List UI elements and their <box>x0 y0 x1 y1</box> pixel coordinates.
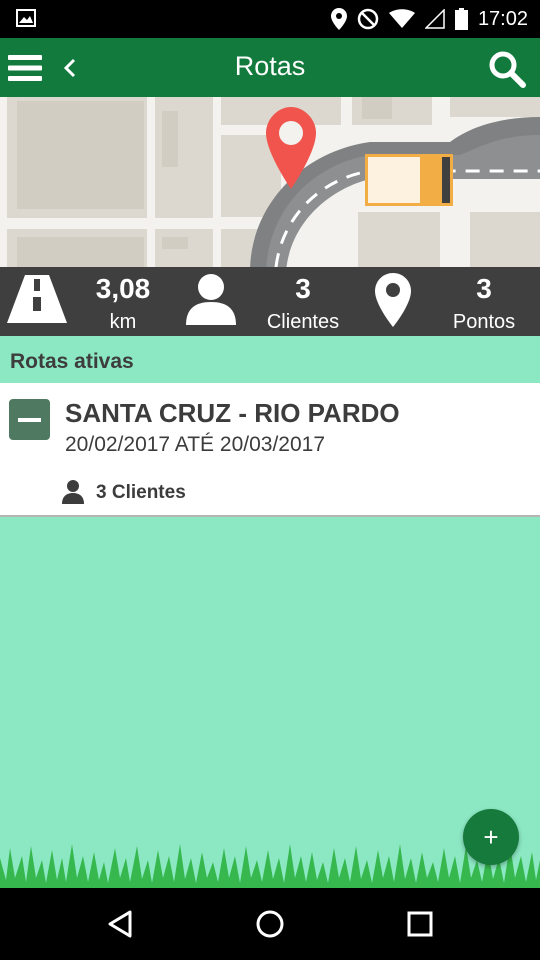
points-value: 3 <box>476 273 492 304</box>
person-icon <box>186 274 236 325</box>
route-stats-bar: 3,08 km 3 Clientes 3 Pontos <box>0 267 540 336</box>
wifi-icon <box>388 9 415 28</box>
section-header: Rotas ativas <box>0 340 540 383</box>
road-icon <box>7 275 67 323</box>
route-title: SANTA CRUZ - RIO PARDO <box>65 398 400 428</box>
search-icon[interactable] <box>488 50 526 88</box>
points-label: Pontos <box>452 311 516 333</box>
clients-value: 3 <box>295 273 311 304</box>
pin-icon <box>375 273 411 327</box>
section-title: Rotas ativas <box>10 350 134 373</box>
client-icon <box>62 480 84 504</box>
battery-icon <box>454 8 468 30</box>
distance-value: 3,08 <box>95 273 151 304</box>
map-graphic <box>0 97 540 267</box>
collapse-button[interactable] <box>9 399 50 440</box>
route-map-illustration <box>0 97 540 267</box>
app-bar: Rotas <box>0 38 540 97</box>
grass-decoration <box>0 844 540 888</box>
route-clients-count: 3 Clientes <box>96 482 186 503</box>
status-bar: 17:02 <box>0 0 540 38</box>
clients-label: Clientes <box>266 311 340 333</box>
signal-icon <box>424 9 445 29</box>
dnd-icon <box>357 8 379 30</box>
system-nav-bar <box>0 888 540 960</box>
plus-icon: + <box>483 822 499 852</box>
gallery-icon <box>16 9 36 27</box>
nav-home-icon[interactable] <box>252 906 288 942</box>
page-title: Rotas <box>234 51 306 81</box>
minus-icon <box>18 418 41 422</box>
location-icon <box>330 8 347 30</box>
add-route-button[interactable]: + <box>463 809 519 865</box>
distance-unit: km <box>109 311 137 333</box>
route-card[interactable]: SANTA CRUZ - RIO PARDO 20/02/2017 ATÉ 20… <box>0 383 540 517</box>
nav-back-icon[interactable] <box>102 906 138 942</box>
status-time: 17:02 <box>477 7 528 30</box>
nav-recents-icon[interactable] <box>402 906 438 942</box>
route-dates: 20/02/2017 ATÉ 20/03/2017 <box>65 433 325 456</box>
